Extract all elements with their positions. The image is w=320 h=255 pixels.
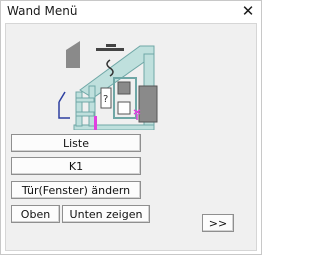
wand-menu-window: Wand Menü ✕ ? Liste K1 Tür(Fenster) ände… bbox=[0, 0, 262, 255]
window-pane-bottom bbox=[117, 101, 131, 115]
top-bar bbox=[96, 48, 124, 51]
magenta-marker bbox=[94, 116, 97, 130]
rail-top bbox=[75, 97, 95, 103]
tuer-fenster-aendern-button[interactable]: Tür(Fenster) ändern bbox=[11, 181, 141, 199]
liste-button[interactable]: Liste bbox=[11, 134, 141, 152]
left-post bbox=[75, 91, 83, 127]
floor bbox=[73, 124, 155, 130]
door-panel bbox=[138, 85, 158, 123]
more-button[interactable]: >> bbox=[202, 214, 234, 232]
close-icon[interactable]: ✕ bbox=[239, 2, 257, 20]
oben-button[interactable]: Oben bbox=[11, 205, 60, 223]
unten-zeigen-button[interactable]: Unten zeigen bbox=[62, 205, 150, 223]
rail-mid bbox=[75, 111, 95, 117]
wall-illustration: ? bbox=[58, 41, 158, 130]
dialog-body: ? Liste K1 Tür(Fenster) ändern Oben Unte… bbox=[5, 23, 257, 251]
question-mark: ? bbox=[103, 94, 108, 105]
titlebar[interactable]: Wand Menü ✕ bbox=[1, 1, 261, 23]
k1-button[interactable]: K1 bbox=[11, 157, 141, 175]
window-title: Wand Menü bbox=[7, 4, 78, 18]
slab-shape bbox=[66, 41, 80, 68]
window-pane-top bbox=[117, 81, 131, 95]
top-bar-small bbox=[106, 44, 116, 47]
blue-curve bbox=[58, 91, 70, 119]
